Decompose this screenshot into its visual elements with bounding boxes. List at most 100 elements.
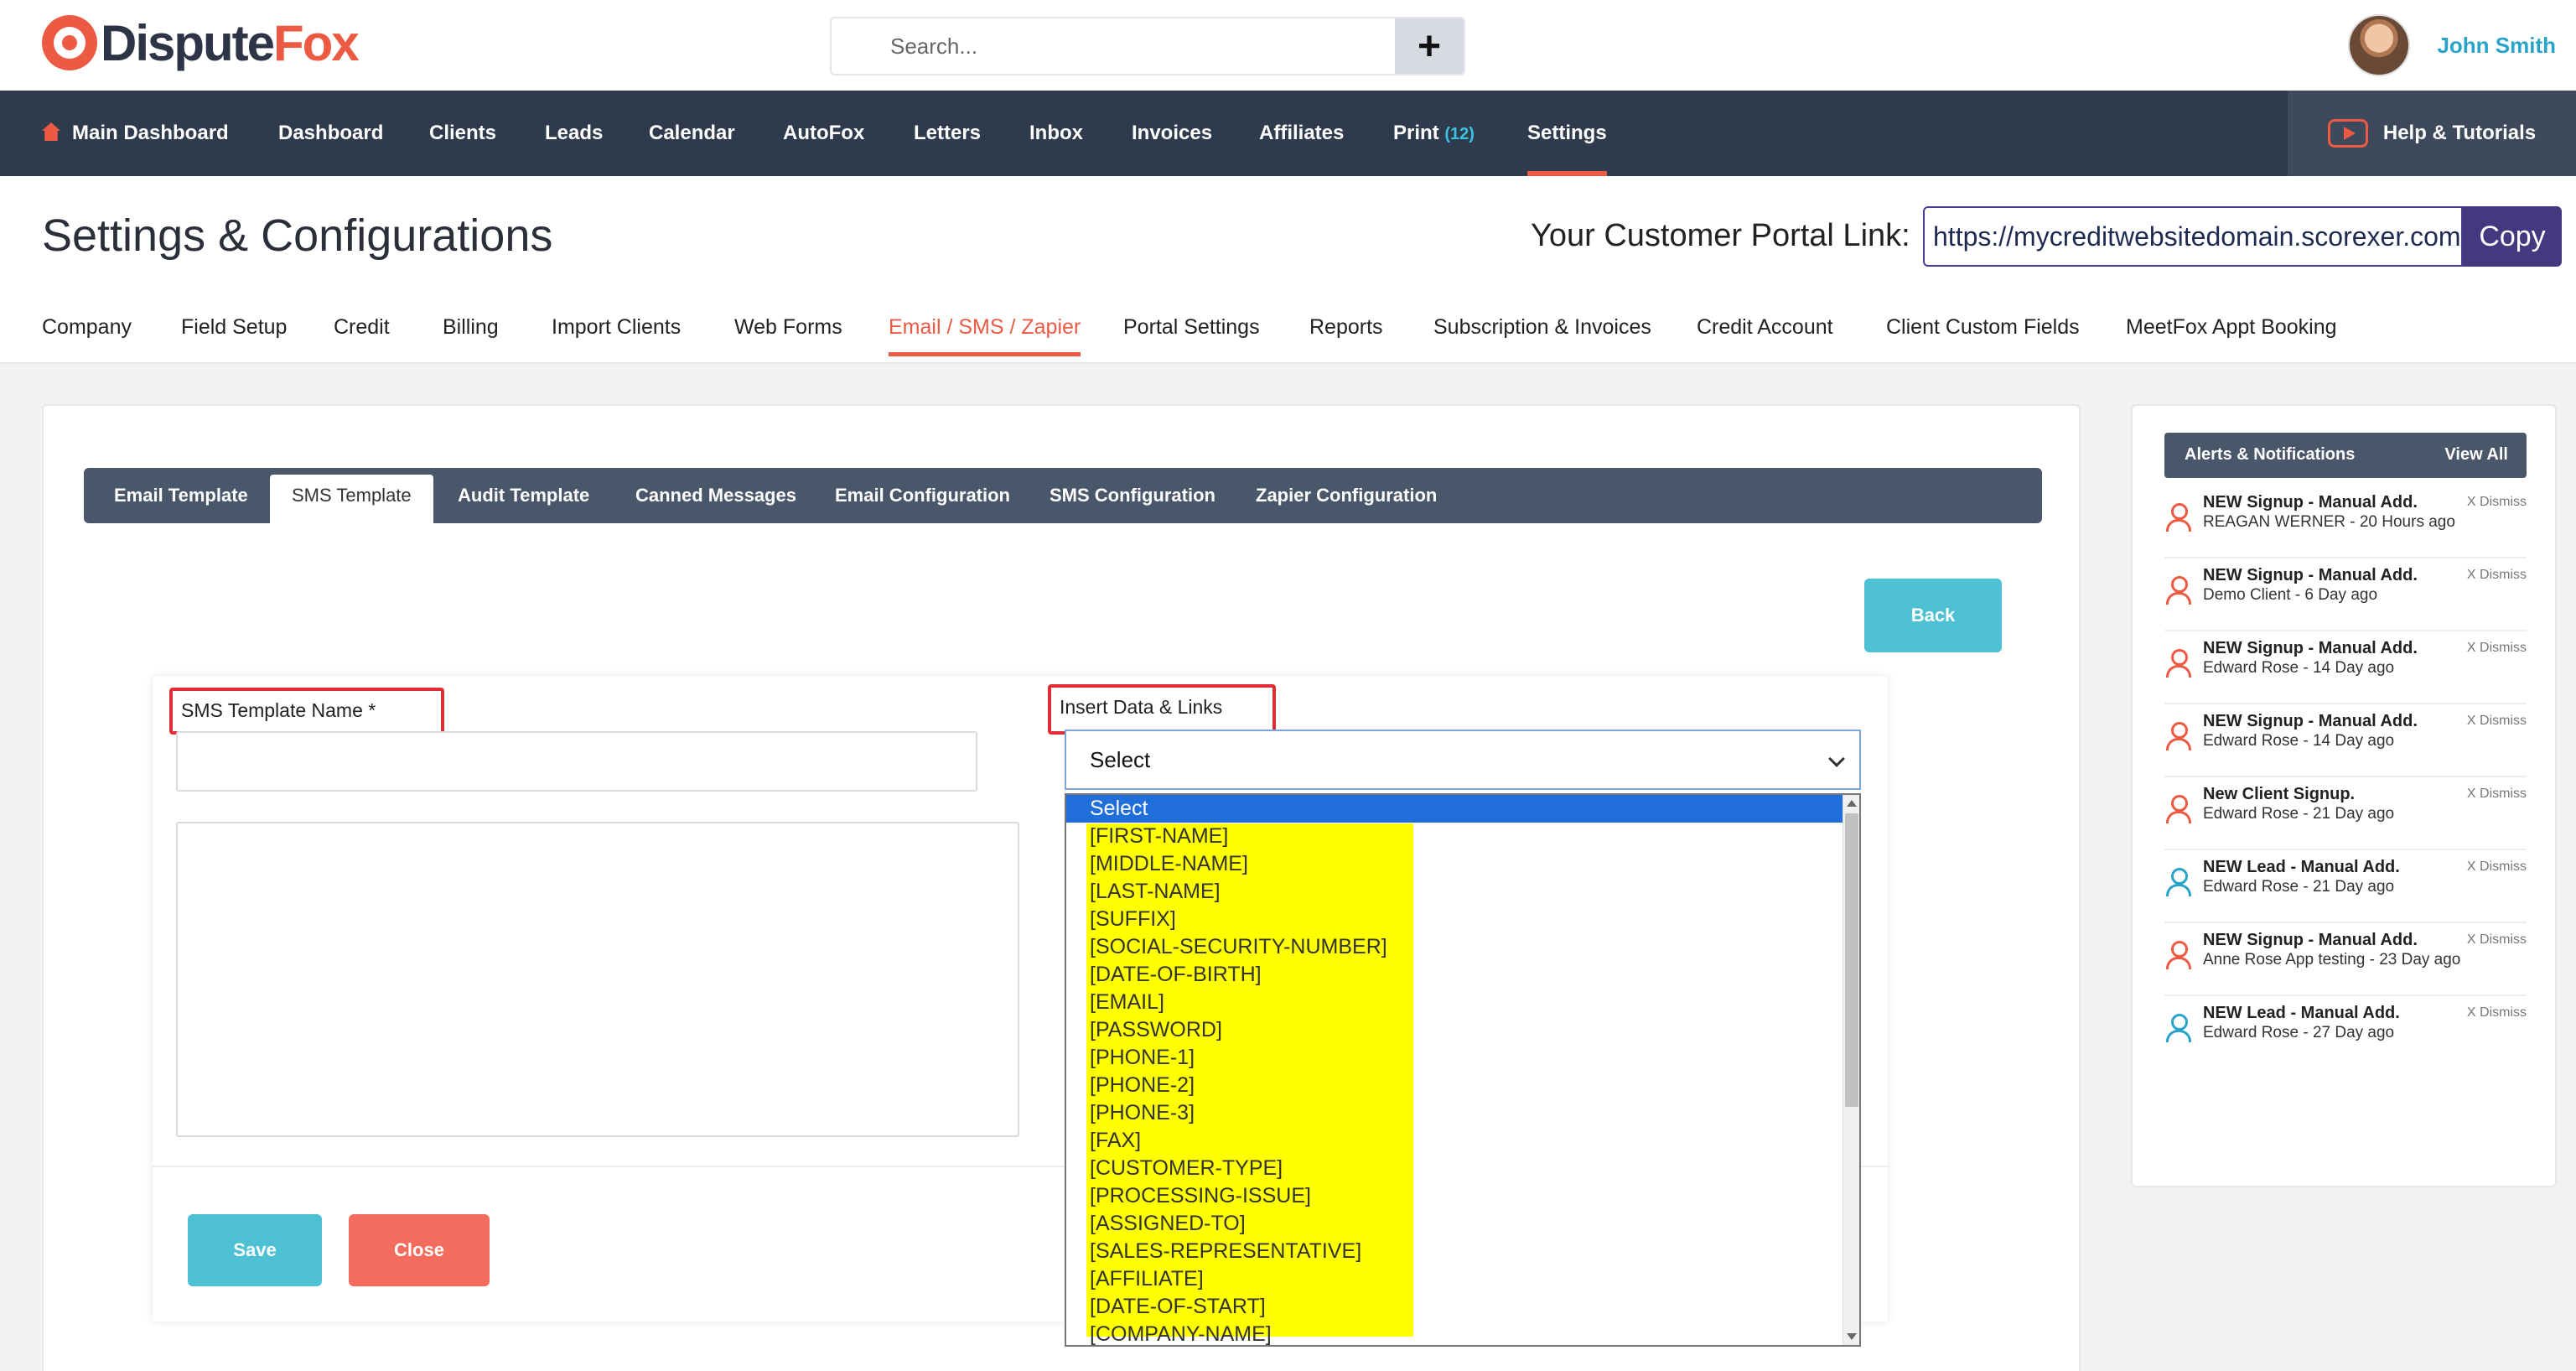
dropdown-option[interactable]: [SOCIAL-SECURITY-NUMBER] (1066, 933, 1846, 961)
alert-item[interactable]: NEW Signup - Manual Add. Demo Client - 6… (2164, 559, 2527, 631)
tab-audit-template[interactable]: Audit Template (458, 468, 589, 523)
alert-title: NEW Signup - Manual Add. (2203, 639, 2418, 657)
dropdown-option-select[interactable]: Select (1066, 795, 1846, 823)
nav-print[interactable]: Print (12) (1393, 91, 1475, 176)
tab-web-forms[interactable]: Web Forms (734, 315, 842, 340)
dropdown-option[interactable]: [FIRST-NAME] (1066, 823, 1846, 850)
dropdown-option[interactable]: [DATE-OF-BIRTH] (1066, 961, 1846, 989)
add-button[interactable]: + (1395, 18, 1464, 74)
main-nav: Main Dashboard Dashboard Clients Leads C… (0, 91, 2576, 176)
tab-email-configuration[interactable]: Email Configuration (835, 468, 1010, 523)
dropdown-option[interactable]: [FAX] (1066, 1127, 1846, 1155)
insert-data-select[interactable]: Select (1065, 730, 1861, 790)
user-add-icon (2164, 722, 2191, 750)
alert-item[interactable]: NEW Signup - Manual Add. Anne Rose App t… (2164, 924, 2527, 996)
alert-title: NEW Signup - Manual Add. (2203, 712, 2418, 730)
tab-portal-settings[interactable]: Portal Settings (1123, 315, 1260, 340)
tab-sms-template[interactable]: SMS Template (270, 475, 433, 523)
dismiss-link[interactable]: X Dismiss (2467, 495, 2527, 510)
dismiss-link[interactable]: X Dismiss (2467, 932, 2527, 948)
sms-template-name-input[interactable] (176, 731, 977, 792)
alert-item[interactable]: NEW Signup - Manual Add. Edward Rose - 1… (2164, 705, 2527, 777)
tab-client-custom-fields[interactable]: Client Custom Fields (1886, 315, 2080, 340)
back-button[interactable]: Back (1864, 579, 2002, 652)
tab-billing[interactable]: Billing (443, 315, 499, 340)
dropdown-option[interactable]: [MIDDLE-NAME] (1066, 850, 1846, 878)
tab-meetfox-appt-booking[interactable]: MeetFox Appt Booking (2126, 315, 2337, 340)
nav-affiliates[interactable]: Affiliates (1259, 91, 1344, 176)
alert-item[interactable]: NEW Lead - Manual Add. Edward Rose - 21 … (2164, 851, 2527, 923)
view-all-link[interactable]: View All (2444, 445, 2508, 465)
dropdown-option[interactable]: [AFFILIATE] (1066, 1265, 1846, 1293)
dropdown-option[interactable]: [PHONE-3] (1066, 1099, 1846, 1127)
nav-dashboard[interactable]: Dashboard (278, 91, 383, 176)
tab-credit-account[interactable]: Credit Account (1697, 315, 1833, 340)
dropdown-option[interactable]: [PHONE-2] (1066, 1072, 1846, 1099)
tab-sms-configuration[interactable]: SMS Configuration (1050, 468, 1215, 523)
nav-invoices[interactable]: Invoices (1132, 91, 1212, 176)
tab-reports[interactable]: Reports (1309, 315, 1383, 340)
avatar[interactable] (2348, 14, 2411, 76)
tab-credit[interactable]: Credit (334, 315, 390, 340)
nav-letters[interactable]: Letters (914, 91, 981, 176)
alert-subtitle: Demo Client - 6 Day ago (2203, 586, 2378, 604)
dismiss-link[interactable]: X Dismiss (2467, 714, 2527, 729)
search-box: + (830, 17, 1465, 75)
user-menu[interactable]: John Smith (2348, 12, 2556, 79)
user-add-icon (2164, 576, 2191, 605)
disputefox-logo[interactable]: DisputeFox (42, 12, 360, 74)
dropdown-option[interactable]: [DATE-OF-START] (1066, 1293, 1846, 1321)
nav-clients[interactable]: Clients (429, 91, 496, 176)
tab-company[interactable]: Company (42, 315, 132, 340)
alert-item[interactable]: New Client Signup. Edward Rose - 21 Day … (2164, 778, 2527, 850)
dropdown-option[interactable]: [SALES-REPRESENTATIVE] (1066, 1238, 1846, 1265)
tab-email-template[interactable]: Email Template (114, 468, 248, 523)
dismiss-link[interactable]: X Dismiss (2467, 568, 2527, 583)
sms-message-textarea[interactable] (176, 822, 1019, 1137)
nav-main-dashboard[interactable]: Main Dashboard (42, 91, 229, 176)
alert-item[interactable]: NEW Signup - Manual Add. REAGAN WERNER -… (2164, 486, 2527, 558)
nav-leads[interactable]: Leads (545, 91, 603, 176)
dropdown-option[interactable]: [ASSIGNED-TO] (1066, 1210, 1846, 1238)
nav-settings[interactable]: Settings (1527, 91, 1607, 176)
tab-zapier-configuration[interactable]: Zapier Configuration (1256, 468, 1437, 523)
nav-autofox[interactable]: AutoFox (783, 91, 864, 176)
help-tutorials-button[interactable]: Help & Tutorials (2288, 91, 2576, 176)
dropdown-option[interactable]: [PASSWORD] (1066, 1016, 1846, 1044)
dismiss-link[interactable]: X Dismiss (2467, 1005, 2527, 1020)
insert-data-links-label: Insert Data & Links (1048, 684, 1276, 735)
dropdown-option[interactable]: [PROCESSING-ISSUE] (1066, 1182, 1846, 1210)
dropdown-option[interactable]: [CUSTOMER-TYPE] (1066, 1155, 1846, 1182)
copy-button[interactable]: Copy (2463, 206, 2562, 267)
tab-import-clients[interactable]: Import Clients (552, 315, 681, 340)
portal-link-label: Your Customer Portal Link: (1531, 218, 1910, 253)
dismiss-link[interactable]: X Dismiss (2467, 859, 2527, 875)
dropdown-option[interactable]: [LAST-NAME] (1066, 878, 1846, 906)
save-button[interactable]: Save (188, 1214, 322, 1286)
tab-field-setup[interactable]: Field Setup (181, 315, 287, 340)
scroll-down-arrow-icon[interactable] (1847, 1333, 1857, 1340)
user-name[interactable]: John Smith (2437, 33, 2556, 59)
template-panel: Email Template SMS Template Audit Templa… (42, 404, 2081, 1371)
dropdown-option[interactable]: [COMPANY-NAME] (1066, 1321, 1846, 1345)
tab-email-sms-zapier[interactable]: Email / SMS / Zapier (889, 315, 1081, 356)
dropdown-option[interactable]: [EMAIL] (1066, 989, 1846, 1016)
dismiss-link[interactable]: X Dismiss (2467, 641, 2527, 656)
alerts-header: Alerts & Notifications View All (2164, 433, 2527, 478)
chevron-down-icon (1828, 750, 1845, 767)
tab-canned-messages[interactable]: Canned Messages (635, 468, 796, 523)
alert-item[interactable]: NEW Lead - Manual Add. Edward Rose - 27 … (2164, 997, 2527, 1069)
nav-calendar[interactable]: Calendar (649, 91, 735, 176)
nav-inbox[interactable]: Inbox (1029, 91, 1083, 176)
scroll-up-arrow-icon[interactable] (1847, 800, 1857, 807)
dropdown-option[interactable]: [SUFFIX] (1066, 906, 1846, 933)
dropdown-option[interactable]: [PHONE-1] (1066, 1044, 1846, 1072)
alert-item[interactable]: NEW Signup - Manual Add. Edward Rose - 1… (2164, 632, 2527, 704)
dismiss-link[interactable]: X Dismiss (2467, 787, 2527, 802)
close-button[interactable]: Close (349, 1214, 490, 1286)
scrollbar-thumb[interactable] (1845, 813, 1858, 1107)
tab-subscription-invoices[interactable]: Subscription & Invoices (1433, 315, 1651, 340)
portal-link-input[interactable] (1923, 206, 2463, 267)
search-input[interactable] (832, 18, 1395, 74)
dropdown-scrollbar[interactable] (1843, 795, 1859, 1345)
